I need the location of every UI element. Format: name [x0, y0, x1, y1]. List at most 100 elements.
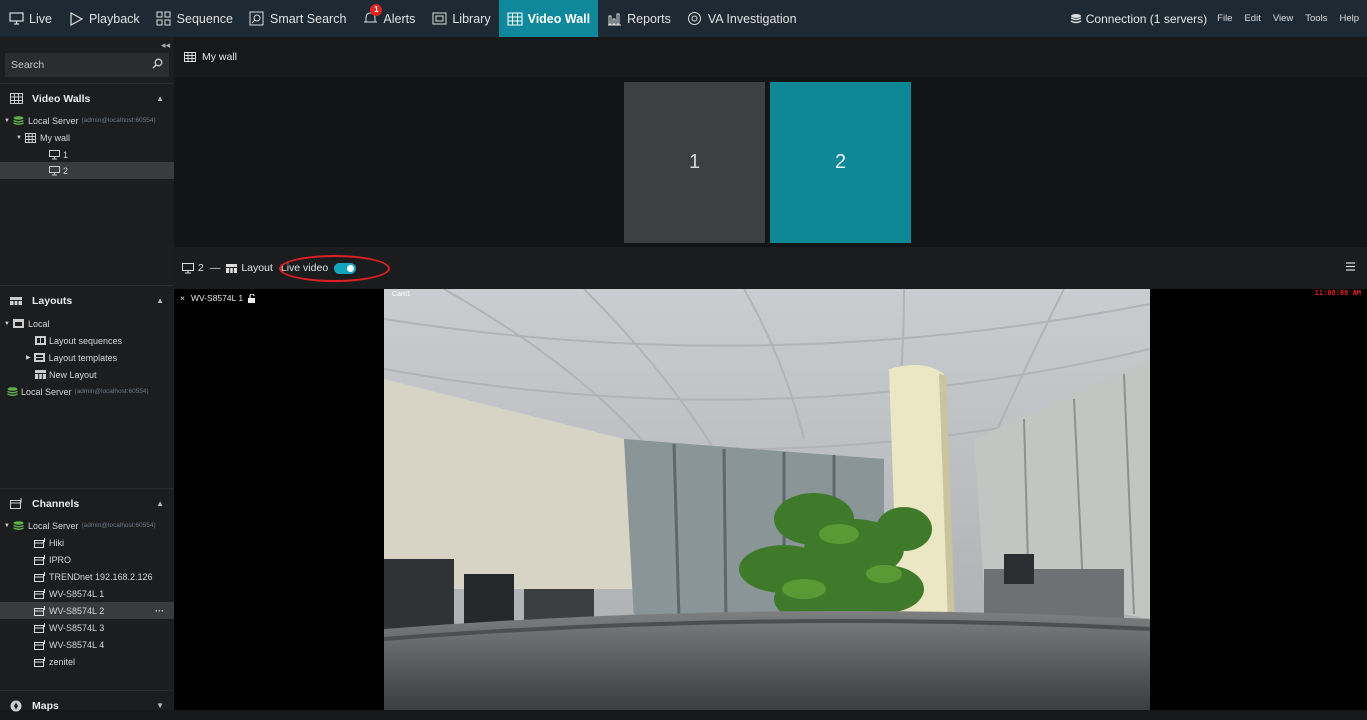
- tree-server-channels[interactable]: ▼ Local Server (admin@localhost:60554): [0, 517, 174, 534]
- camera-name: WV-S8574L 1: [190, 293, 244, 303]
- camera-channel-icon: [34, 588, 46, 600]
- expand-triangle-icon[interactable]: ▶: [26, 354, 31, 361]
- channel-item[interactable]: TRENDnet 192.168.2.126: [0, 568, 174, 585]
- menu-tools[interactable]: Tools: [1305, 13, 1327, 24]
- channel-label: TRENDnet 192.168.2.126: [49, 571, 153, 582]
- chevron-up-icon[interactable]: ▲: [156, 296, 164, 305]
- tree-wall-my-wall[interactable]: ▼ My wall: [0, 129, 174, 146]
- search-icon[interactable]: [152, 58, 163, 72]
- database-icon: [1070, 13, 1082, 25]
- tree-screen-1[interactable]: 1: [0, 146, 174, 163]
- tree-server-video-walls[interactable]: ▼ Local Server (admin@localhost:60554): [0, 112, 174, 129]
- collapse-sidebar-button[interactable]: ◂◂: [161, 40, 170, 51]
- layout-template-icon: [34, 352, 46, 364]
- wall-screen-label: 2: [834, 151, 847, 173]
- monitor-icon: [182, 262, 194, 274]
- nav-video-wall[interactable]: Video Wall: [498, 0, 599, 37]
- expand-triangle-icon[interactable]: ▼: [4, 118, 10, 124]
- smart-search-icon: [249, 11, 265, 27]
- expand-triangle-icon[interactable]: ▼: [4, 321, 10, 327]
- screen-number: 2: [198, 262, 204, 274]
- menu-edit[interactable]: Edit: [1244, 13, 1260, 24]
- channel-label: zenitel: [49, 656, 76, 667]
- channel-icon: [10, 498, 24, 509]
- screen-toolbar: 2 — Layout Live video: [174, 247, 1367, 289]
- main-panel: My wall 1 2 2 — Layout Live video × WV-S…: [174, 37, 1367, 710]
- unlock-icon[interactable]: [248, 293, 257, 303]
- chevron-up-icon[interactable]: ▲: [156, 499, 164, 508]
- channel-label: WV-S8574L 3: [49, 622, 105, 633]
- nav-sequence-label: Sequence: [176, 11, 233, 26]
- channel-item[interactable]: IPRO: [0, 551, 174, 568]
- nav-va-investigation-label: VA Investigation: [707, 11, 797, 26]
- nav-reports[interactable]: Reports: [598, 0, 679, 37]
- connection-status[interactable]: Connection (1 servers): [1070, 12, 1207, 26]
- layout-sequence-icon: [34, 335, 46, 347]
- wall-screen-2[interactable]: 2: [770, 82, 911, 243]
- menu-view[interactable]: View: [1273, 13, 1293, 24]
- reports-icon: [606, 11, 622, 27]
- wall-title: My wall: [202, 51, 238, 63]
- tree-server-layouts[interactable]: Local Server (admin@localhost:60554): [0, 383, 174, 400]
- channel-item[interactable]: WV-S8574L 1: [0, 585, 174, 602]
- layout-icon: [34, 369, 46, 381]
- nav-alerts[interactable]: 1 Alerts: [354, 0, 423, 37]
- va-investigation-icon: [687, 11, 703, 27]
- server-icon: [6, 386, 18, 398]
- top-navigation-bar: Live Playback Sequence Smart Search 1 Al…: [0, 0, 1367, 37]
- server-detail: (admin@localhost:60554): [81, 117, 156, 124]
- channel-item[interactable]: WV-S8574L 3: [0, 619, 174, 636]
- layout-icon: [226, 263, 238, 273]
- maps-section-header[interactable]: Maps ▼: [0, 690, 174, 720]
- search-placeholder: Search: [11, 59, 45, 71]
- highlight-annotation: [279, 255, 390, 282]
- screen-label: 1: [63, 149, 69, 160]
- hamburger-menu-icon[interactable]: [1346, 262, 1355, 274]
- expand-triangle-icon[interactable]: ▼: [16, 135, 22, 141]
- close-icon[interactable]: ×: [180, 293, 185, 303]
- layouts-section-header[interactable]: Layouts ▲: [0, 285, 174, 315]
- tree-layout-sequences[interactable]: Layout sequences: [0, 332, 174, 349]
- nav-sequence[interactable]: Sequence: [148, 0, 241, 37]
- nav-smart-search[interactable]: Smart Search: [241, 0, 354, 37]
- sidebar: ◂◂ Search Video Walls ▲ ▼ Local Server (…: [0, 37, 174, 712]
- chevron-up-icon[interactable]: ▲: [156, 94, 164, 103]
- camera-channel-icon: [34, 554, 46, 566]
- server-label: Local Server: [27, 115, 79, 126]
- video-walls-section-header[interactable]: Video Walls ▲: [0, 83, 174, 113]
- server-detail: (admin@localhost:60554): [74, 388, 149, 395]
- search-input[interactable]: Search: [5, 53, 169, 77]
- wall-screen-1[interactable]: 1: [624, 82, 765, 243]
- menu-help[interactable]: Help: [1339, 13, 1359, 24]
- more-options-button[interactable]: ···: [155, 606, 164, 616]
- video-tile[interactable]: × WV-S8574L 1 11:08:08 AM Cam1: [174, 289, 1367, 710]
- layouts-title: Layouts: [32, 294, 73, 307]
- tree-screen-2[interactable]: 2: [0, 162, 174, 179]
- tree-local[interactable]: ▼ Local: [0, 315, 174, 332]
- tree-new-layout[interactable]: New Layout: [0, 366, 174, 383]
- screen-label: 2: [63, 165, 69, 176]
- nav-playback[interactable]: Playback: [60, 0, 148, 37]
- channel-label: WV-S8574L 4: [49, 639, 105, 650]
- layout-label[interactable]: Layout: [241, 262, 273, 274]
- expand-triangle-icon[interactable]: ▼: [4, 523, 10, 529]
- channel-item[interactable]: zenitel: [0, 653, 174, 670]
- menu-file[interactable]: File: [1217, 13, 1232, 24]
- channel-item[interactable]: WV-S8574L 4: [0, 636, 174, 653]
- nav-va-investigation[interactable]: VA Investigation: [679, 0, 805, 37]
- channel-item[interactable]: Hiki: [0, 534, 174, 551]
- camera-channel-icon: [34, 537, 46, 549]
- camera-live-image: Cam1: [384, 289, 1150, 710]
- nav-library[interactable]: Library: [423, 0, 498, 37]
- channel-item[interactable]: WV-S8574L 2 ···: [0, 602, 174, 619]
- channel-label: WV-S8574L 1: [49, 588, 105, 599]
- connection-label: Connection (1 servers): [1085, 11, 1208, 26]
- tree-layout-templates[interactable]: ▶ Layout templates: [0, 349, 174, 366]
- server-detail: (admin@localhost:60554): [81, 522, 156, 529]
- camera-channel-icon: [34, 571, 46, 583]
- nav-live[interactable]: Live: [0, 0, 60, 37]
- nav-video-wall-label: Video Wall: [527, 11, 591, 26]
- channels-section-header[interactable]: Channels ▲: [0, 488, 174, 518]
- chevron-down-icon[interactable]: ▼: [156, 701, 164, 710]
- video-wall-icon: [507, 11, 523, 27]
